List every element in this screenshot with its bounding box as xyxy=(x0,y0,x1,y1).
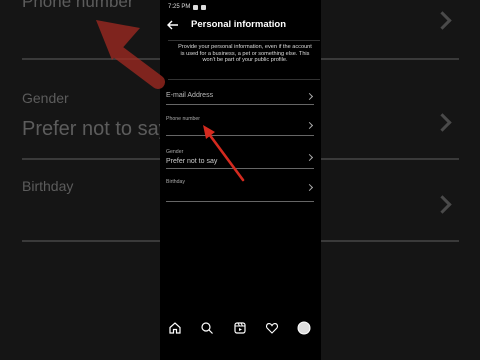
bg-divider xyxy=(321,58,459,60)
notification-icon xyxy=(201,4,207,10)
email-row[interactable]: E-mail Address xyxy=(166,90,314,105)
bg-phone-label: Phone number xyxy=(22,0,134,11)
chevron-right-icon xyxy=(305,92,314,101)
header: Personal information xyxy=(160,14,321,36)
bottom-nav xyxy=(160,318,321,340)
chevron-right-icon xyxy=(305,183,314,192)
birthday-row[interactable]: Birthday xyxy=(166,178,314,202)
bg-birthday-label: Birthday xyxy=(22,178,74,194)
row-label: Phone number xyxy=(166,116,201,122)
phone-screen: 7:25 PM Personal information Provide you… xyxy=(160,0,321,360)
bg-divider xyxy=(22,240,160,242)
row-label: Gender xyxy=(166,149,184,155)
info-text: Provide your personal information, even … xyxy=(178,44,312,64)
bg-divider xyxy=(321,240,459,242)
heart-icon[interactable] xyxy=(265,321,279,335)
row-label: E-mail Address xyxy=(166,92,214,99)
arrow-left-icon[interactable] xyxy=(166,18,180,32)
status-time: 7:25 PM xyxy=(168,4,191,10)
bg-divider xyxy=(22,58,160,60)
phone-number-row[interactable]: Phone number xyxy=(166,116,314,136)
status-bar: 7:25 PM xyxy=(168,4,207,10)
search-icon[interactable] xyxy=(200,321,214,335)
bg-gender-value: Prefer not to say xyxy=(22,118,160,140)
bg-divider xyxy=(321,158,459,160)
notification-icon xyxy=(193,4,199,10)
page-title: Personal information xyxy=(191,19,287,30)
chevron-right-icon xyxy=(305,121,314,130)
home-icon[interactable] xyxy=(168,321,182,335)
bg-gender-label: Gender xyxy=(22,90,69,106)
info-box: Provide your personal information, even … xyxy=(168,40,320,80)
bg-divider xyxy=(22,158,160,160)
chevron-right-icon xyxy=(305,153,314,162)
reels-icon[interactable] xyxy=(233,321,247,335)
row-value: Prefer not to say xyxy=(166,158,218,165)
row-label: Birthday xyxy=(166,179,186,185)
profile-icon[interactable] xyxy=(297,321,311,335)
gender-row[interactable]: Gender Prefer not to say xyxy=(166,148,314,169)
